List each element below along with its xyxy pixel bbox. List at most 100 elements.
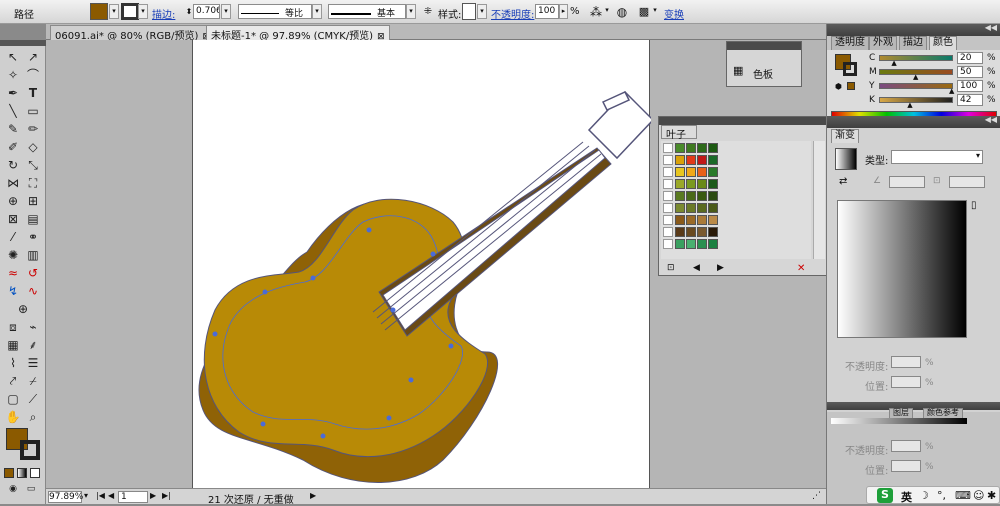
channel-slider-c[interactable] (879, 55, 953, 61)
gradient-type-select[interactable]: ▾ (891, 150, 983, 164)
channel-input-c[interactable]: 20 (957, 52, 983, 64)
swatch-group-checkbox[interactable] (663, 215, 673, 225)
lasso-tool-icon[interactable]: ⌒ (24, 66, 42, 84)
stroke-link[interactable]: 描边: (152, 6, 175, 21)
leaf-swatch[interactable] (708, 167, 718, 177)
leaf-swatch[interactable] (708, 191, 718, 201)
artboard[interactable] (192, 40, 655, 488)
transform-link[interactable]: 变换 (664, 6, 684, 21)
column-graph-tool-icon[interactable]: ▥ (24, 246, 42, 264)
leaf-swatch[interactable] (697, 227, 707, 237)
leaf-swatch[interactable] (697, 191, 707, 201)
layers-panel-header[interactable] (827, 402, 1000, 410)
blob-brush-tool-icon[interactable]: ✐ (4, 138, 22, 156)
eraser-tool-icon[interactable]: ◇ (24, 138, 42, 156)
brush2-tool-icon[interactable]: ⌿ (24, 372, 42, 390)
reverse-gradient-icon[interactable]: ⇄ (839, 176, 847, 187)
slider-thumb[interactable]: ▲ (913, 73, 918, 81)
slider-thumb[interactable]: ▲ (949, 87, 954, 95)
leaf-swatch[interactable] (686, 239, 696, 249)
slider-thumb[interactable]: ▲ (891, 59, 896, 67)
color-stroke-swatch[interactable] (843, 62, 857, 76)
last-artboard-icon[interactable]: ▶| (162, 491, 171, 500)
swatch-group-checkbox[interactable] (663, 227, 673, 237)
swatch-group-checkbox[interactable] (663, 167, 673, 177)
popup-header[interactable] (727, 42, 801, 50)
delete-icon[interactable]: ✕ (797, 263, 805, 274)
knife-tool-icon[interactable]: ⟋ (24, 390, 42, 408)
rotate-tool-icon[interactable]: ↻ (4, 156, 22, 174)
fill-color-swatch[interactable] (90, 3, 108, 20)
leaf-swatch[interactable] (686, 203, 696, 213)
gradient-tool-icon[interactable]: ▤ (24, 210, 42, 228)
leaf-swatch[interactable] (675, 167, 685, 177)
crop-tool-icon[interactable]: ▢ (4, 390, 22, 408)
leaf-swatch[interactable] (675, 179, 685, 189)
angle-input[interactable] (889, 176, 925, 188)
channel-input-y[interactable]: 100 (957, 80, 983, 92)
keyboard-icon[interactable]: ⌨ (955, 489, 971, 502)
guitar-artwork[interactable] (193, 40, 655, 488)
type-tool-icon[interactable]: T (24, 84, 42, 102)
leaf-swatch[interactable] (708, 215, 718, 225)
artboard-number-input[interactable]: 1 (118, 491, 148, 503)
stop-opacity-input-2[interactable] (891, 440, 921, 452)
leaf-swatch[interactable] (697, 155, 707, 165)
leaf-swatch[interactable] (708, 239, 718, 249)
stroke-dropdown-arrow[interactable]: ▾ (138, 4, 148, 19)
leaf-swatch[interactable] (708, 143, 718, 153)
leaf-swatch[interactable] (708, 203, 718, 213)
collapse-icon[interactable]: ◀◀ (985, 23, 997, 32)
grid-tool-icon[interactable]: ▦ (4, 336, 22, 354)
tab-appearance[interactable]: 外观 (869, 36, 897, 50)
variable-width-profile[interactable]: 等比 (238, 4, 312, 19)
leaf-swatch[interactable] (675, 215, 685, 225)
shape-builder-tool-icon[interactable]: ⊕ (4, 192, 22, 210)
style-dropdown[interactable]: ▾ (477, 4, 487, 19)
chart-tool-icon[interactable]: ⌇ (4, 354, 22, 372)
tab-document-untitled[interactable]: 未标题-1* @ 97.89% (CMYK/预览) ⊠ (206, 25, 390, 42)
opacity-dropdown[interactable]: ▸ (559, 4, 568, 19)
swatches-icon[interactable]: ▦ (733, 64, 743, 77)
selection-tool-icon[interactable]: ↖ (4, 48, 22, 66)
scale-tool-icon[interactable]: ⤡ (24, 156, 42, 174)
leaf-swatch[interactable] (697, 215, 707, 225)
spray-tool-icon[interactable]: ⸙ (24, 336, 42, 354)
swatch-group-checkbox[interactable] (663, 239, 673, 249)
align-dropdown[interactable]: ▾ (651, 4, 659, 19)
stroke-weight-input[interactable]: 0.706 (193, 4, 220, 19)
tools-panel-header[interactable] (0, 40, 46, 46)
brush-dropdown[interactable]: ▾ (406, 4, 416, 19)
paintbrush-tool-icon[interactable]: ✎ (4, 120, 22, 138)
leaf-swatch[interactable] (686, 191, 696, 201)
tab-gradient[interactable]: 渐变 (831, 129, 859, 143)
stroke-color-box[interactable] (20, 440, 40, 460)
opacity-link[interactable]: 不透明度: (491, 6, 534, 21)
leaf-swatch[interactable] (686, 155, 696, 165)
color-guide-strip[interactable] (831, 418, 967, 424)
recolor-icon[interactable]: ⁜ (420, 4, 436, 20)
width-tool-icon[interactable]: ⋈ (4, 174, 22, 192)
previous-artboard-icon[interactable]: ◀ (108, 491, 114, 500)
previous-library-icon[interactable]: ◀ (693, 263, 700, 273)
zoom-dropdown[interactable]: ▾ (84, 491, 88, 500)
library-scrollbar[interactable] (813, 141, 825, 259)
perspective-grid-tool-icon[interactable]: ⊞ (24, 192, 42, 210)
pucker-tool-icon[interactable]: ↯ (4, 282, 22, 300)
fill-dropdown-arrow[interactable]: ▾ (109, 4, 119, 19)
leaf-swatch[interactable] (675, 227, 685, 237)
leaf-swatch[interactable] (708, 179, 718, 189)
channel-slider-y[interactable] (879, 83, 953, 89)
select-similar-dropdown[interactable]: ▾ (603, 4, 611, 19)
leaf-swatch[interactable] (697, 239, 707, 249)
sogou-logo-icon[interactable]: S (877, 488, 893, 503)
twirl-tool-icon[interactable]: ↺ (24, 264, 42, 282)
direct-selection-tool-icon[interactable]: ↗ (24, 48, 42, 66)
gradient-preview[interactable] (837, 200, 967, 338)
leaf-swatch[interactable] (686, 143, 696, 153)
blend-tool-icon[interactable]: ⚭ (24, 228, 42, 246)
swatch-group-checkbox[interactable] (663, 179, 673, 189)
free-transform-tool-icon[interactable]: ⛶ (24, 174, 42, 192)
aspect-ratio-input[interactable] (949, 176, 985, 188)
user-icon[interactable]: ☺ (973, 489, 984, 502)
